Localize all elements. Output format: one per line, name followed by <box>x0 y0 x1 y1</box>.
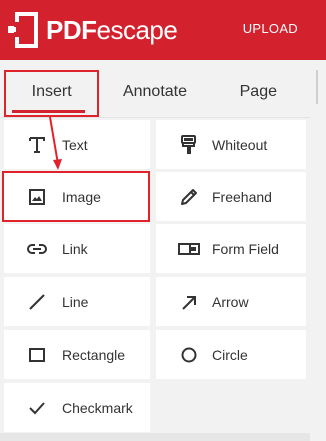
panel-bottom-edge <box>0 433 310 441</box>
tool-link[interactable]: Link <box>4 224 150 273</box>
logo-mark-icon <box>8 12 38 48</box>
pencil-icon <box>178 186 200 208</box>
checkmark-icon <box>26 397 48 419</box>
image-icon <box>26 186 48 208</box>
tab-insert[interactable]: Insert <box>0 66 103 117</box>
tool-freehand[interactable]: Freehand <box>156 172 306 221</box>
form-field-icon <box>178 238 200 260</box>
pdfescape-logo[interactable]: PDFescape <box>8 10 178 50</box>
tool-tabs: Insert Annotate Page <box>0 66 310 118</box>
tool-form-field[interactable]: Form Field <box>156 224 306 273</box>
rectangle-icon <box>26 344 48 366</box>
line-icon <box>26 291 48 313</box>
tool-text[interactable]: Text <box>4 120 150 169</box>
app-header: PDFescape UPLOAD <box>0 0 326 60</box>
whiteout-icon <box>178 134 200 156</box>
tool-line[interactable]: Line <box>4 277 150 326</box>
tool-image[interactable]: Image <box>4 172 150 221</box>
tab-page[interactable]: Page <box>207 66 310 117</box>
tool-arrow[interactable]: Arrow <box>156 277 306 326</box>
text-t-icon <box>26 134 48 156</box>
tool-whiteout[interactable]: Whiteout <box>156 120 306 169</box>
circle-icon <box>178 344 200 366</box>
tab-annotate[interactable]: Annotate <box>103 66 206 117</box>
upload-button[interactable]: UPLOAD <box>243 21 298 36</box>
arrow-icon <box>178 291 200 313</box>
panel-edge <box>316 70 326 104</box>
tool-rectangle[interactable]: Rectangle <box>4 330 150 379</box>
tool-checkmark[interactable]: Checkmark <box>4 383 150 432</box>
tool-circle[interactable]: Circle <box>156 330 306 379</box>
logo-text: PDFescape <box>46 15 178 45</box>
link-icon <box>26 238 48 260</box>
